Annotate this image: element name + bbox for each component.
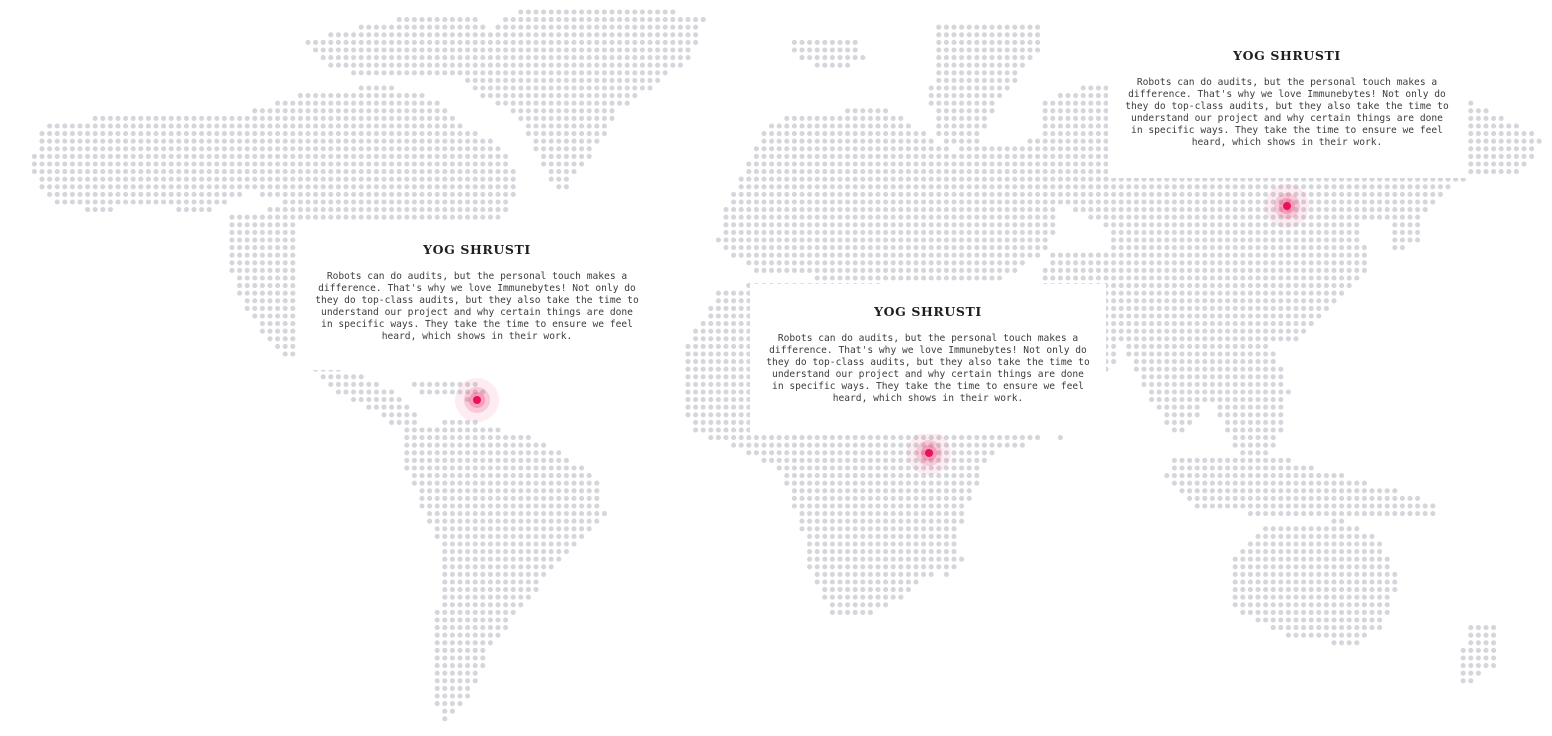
location-pin-americas[interactable] xyxy=(455,378,499,422)
testimonial-text: Robots can do audits, but the personal t… xyxy=(1125,77,1449,148)
testimonial-author: YOG SHRUSTI xyxy=(423,242,531,257)
location-pin-asia[interactable] xyxy=(1265,184,1309,228)
location-pulse-icon xyxy=(925,449,933,457)
testimonial-card: YOG SHRUSTI Robots can do audits, but th… xyxy=(750,284,1106,434)
testimonial-author: YOG SHRUSTI xyxy=(874,304,982,319)
testimonial-card: YOG SHRUSTI Robots can do audits, but th… xyxy=(298,222,656,370)
world-map-testimonials: YOG SHRUSTI Robots can do audits, but th… xyxy=(0,0,1552,736)
location-pin-africa[interactable] xyxy=(907,431,951,475)
testimonial-author: YOG SHRUSTI xyxy=(1233,48,1341,63)
testimonial-text: Robots can do audits, but the personal t… xyxy=(315,271,639,342)
location-pulse-icon xyxy=(473,396,481,404)
testimonial-card: YOG SHRUSTI Robots can do audits, but th… xyxy=(1108,28,1466,178)
testimonial-text: Robots can do audits, but the personal t… xyxy=(766,333,1090,404)
location-pulse-icon xyxy=(1283,202,1291,210)
